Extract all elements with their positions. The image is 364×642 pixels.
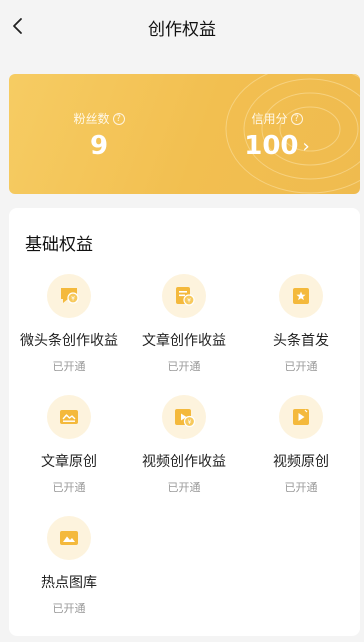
credit-stat[interactable]: 信用分 ? 100 › [235,110,319,161]
benefit-status: 已开通 [52,481,86,494]
benefit-name: 视频创作收益 [142,454,226,470]
benefit-name: 头条首发 [273,333,329,349]
fans-stat: 粉丝数 ? 9 [69,110,129,161]
benefit-status: 已开通 [52,602,86,615]
chevron-right-icon: › [302,135,310,157]
help-icon[interactable]: ? [112,112,125,125]
benefit-item-headline-debut[interactable]: 头条首发 已开通 [241,274,361,374]
original-article-icon [60,410,78,424]
coin-article-icon: ¥ [176,287,195,306]
page-title: 创作权益 [148,20,216,40]
fans-value: 9 [89,131,109,161]
svg-text:¥: ¥ [188,419,192,426]
original-video-icon [293,409,309,425]
help-icon[interactable]: ? [290,112,303,125]
benefit-item-article-original[interactable]: 文章原创 已开通 [9,395,129,495]
benefit-status: 已开通 [167,360,201,373]
credit-value: 100 [244,131,299,161]
credit-label: 信用分 [251,112,288,126]
benefit-name: 文章创作收益 [142,333,226,349]
benefit-item-video-income[interactable]: ¥ 视频创作收益 已开通 [124,395,244,495]
coin-video-icon: ¥ [175,409,196,428]
benefit-item-video-original[interactable]: 视频原创 已开通 [241,395,361,495]
benefit-status: 已开通 [284,481,318,494]
stats-card: 粉丝数 ? 9 信用分 ? 100 › [9,74,360,194]
svg-text:¥: ¥ [187,298,191,305]
top-bar: 创作权益 [0,0,364,54]
benefit-name: 文章原创 [41,454,97,470]
benefit-status: 已开通 [52,360,86,373]
benefit-item-hot-image-gallery[interactable]: 热点图库 已开通 [9,516,129,616]
benefit-item-micro-headline-income[interactable]: ¥ 微头条创作收益 已开通 [9,274,129,374]
coin-message-icon: ¥ [61,288,79,304]
benefit-name: 微头条创作收益 [20,333,118,349]
benefit-status: 已开通 [284,360,318,373]
section-title: 基础权益 [25,235,93,255]
benefits-panel: 基础权益 ¥ 微头条创作收益 已开通 ¥ 文章创作收益 已开通 头条首发 已开通… [9,208,360,636]
fans-label: 粉丝数 [73,112,110,126]
svg-text:¥: ¥ [71,296,75,303]
benefit-name: 热点图库 [41,575,97,591]
star-icon [293,288,309,304]
benefit-item-article-income[interactable]: ¥ 文章创作收益 已开通 [124,274,244,374]
benefit-status: 已开通 [167,481,201,494]
benefit-name: 视频原创 [273,454,329,470]
image-gallery-icon [60,531,78,545]
